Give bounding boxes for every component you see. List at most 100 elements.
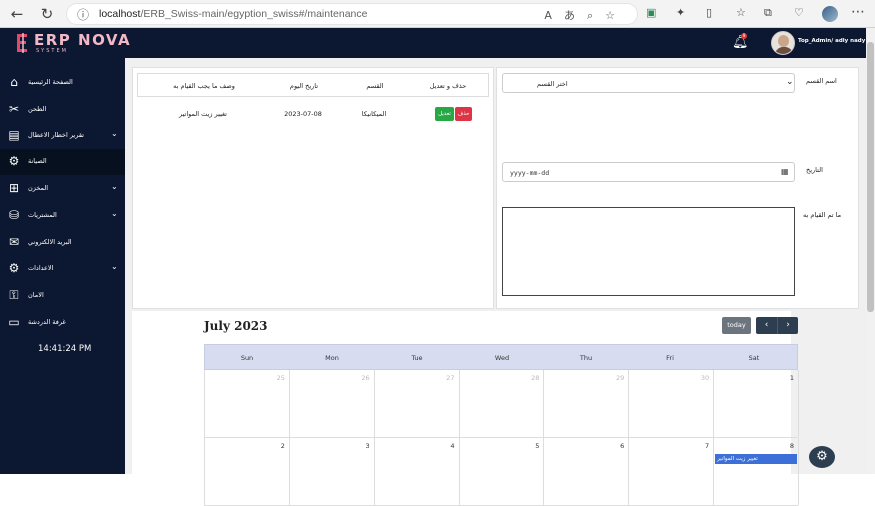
calendar-day[interactable]: 7	[629, 438, 715, 505]
purchases-icon: ⛁	[8, 208, 20, 222]
maintenance-table-card: حذف و تعديل القسم تاريخ اليوم وصف ما يجب…	[132, 67, 494, 309]
day-of-week: Fri	[666, 354, 674, 362]
cell-date: 2023-07-08	[284, 110, 322, 118]
settings-fab-icon[interactable]: ⚙	[809, 446, 835, 468]
calendar-day[interactable]: 5	[460, 438, 545, 505]
sidebar-item-settings[interactable]: ⚙ الاعدادات ⌄	[0, 256, 125, 282]
user-name: Top_Admin/ adly nady	[798, 38, 866, 44]
more-icon[interactable]: ⋯	[851, 4, 865, 20]
chat-icon: ▭	[8, 315, 20, 329]
sidebar-item-label: المشتريات	[28, 211, 57, 219]
info-icon[interactable]: ⓘ	[77, 6, 89, 23]
day-of-week: Thu	[579, 354, 593, 362]
day-of-week: Tue	[411, 354, 423, 362]
sidebar-item-label: المخزن	[28, 184, 49, 192]
avatar[interactable]	[771, 31, 795, 55]
date-field[interactable]: yyyy-mm-dd ▦	[502, 162, 795, 182]
sidebar-item-fault-report[interactable]: ▤ تقرير اخطار الاعطال ⌄	[0, 123, 125, 149]
calendar-event[interactable]: تغيير زيت المواتير	[715, 454, 797, 464]
sidebar-item-warehouse[interactable]: ⊞ المخزن ⌄	[0, 176, 125, 202]
calendar-week: 2 3 4 5 6 7 8 تغيير زيت المواتير	[204, 438, 799, 506]
day-number: 5	[535, 442, 540, 450]
collections-icon[interactable]: ⧉	[764, 6, 772, 20]
chevron-left-icon[interactable]: ‹	[756, 317, 777, 334]
day-of-week: Mon	[325, 354, 339, 362]
chevron-down-icon: ⌄	[111, 182, 118, 191]
address-bar-icons: Aあ⌕☆	[544, 7, 627, 23]
url-text[interactable]: localhost/ERB_Swiss-main/egyption_swiss#…	[99, 8, 367, 20]
extension-icon[interactable]: ▣	[646, 6, 656, 19]
read-aloud-icon[interactable]: A	[544, 9, 564, 22]
app-header: ERP NOVA SYSTEM 🔔︎ 9 Top_Admin/ adly nad…	[0, 28, 872, 58]
calendar-icon[interactable]: ▦	[781, 167, 789, 176]
column-header-actions: حذف و تعديل	[429, 82, 467, 90]
zoom-icon[interactable]: ⌕	[587, 9, 605, 22]
home-icon: ⌂	[10, 75, 18, 89]
sidebar-item-label: الصفحة الرئيسية	[28, 78, 73, 86]
chevron-right-icon[interactable]: ›	[777, 317, 798, 334]
sidebar-item-purchases[interactable]: ⛁ المشتريات ⌄	[0, 203, 125, 229]
sidebar-item-grinding[interactable]: ✂ الطحن	[0, 97, 125, 123]
refresh-icon[interactable]: ↻	[36, 4, 58, 24]
favorites-icon[interactable]: ☆	[736, 6, 746, 19]
boxes-icon: ⊞	[8, 181, 20, 195]
calendar-day[interactable]: 6	[544, 438, 630, 505]
calendar-day[interactable]: 30	[629, 370, 715, 437]
calendar-day[interactable]: 1	[714, 370, 799, 437]
calendar-day[interactable]: 8 تغيير زيت المواتير	[714, 438, 799, 505]
calendar-day[interactable]: 4	[375, 438, 460, 505]
chevron-down-icon: ⌄	[786, 77, 794, 87]
edit-button[interactable]: تعديل	[435, 107, 454, 121]
day-number: 4	[450, 442, 455, 450]
sidebar-item-maintenance[interactable]: ⚙ الصيانة	[0, 149, 125, 175]
calendar-day[interactable]: 27	[375, 370, 460, 437]
address-bar[interactable]: ⓘ localhost/ERB_Swiss-main/egyption_swis…	[66, 3, 638, 25]
calendar-day[interactable]: 2	[205, 438, 290, 505]
puzzle-icon[interactable]: ✦	[676, 6, 685, 19]
sidebar-item-security[interactable]: ⚿ الامان	[0, 283, 125, 309]
maintenance-form-card: اختر القسم ⌄ اسم القسم yyyy-mm-dd ▦ التا…	[496, 67, 859, 309]
calendar-day[interactable]: 26	[290, 370, 375, 437]
calendar-day[interactable]: 29	[544, 370, 630, 437]
gear-icon: ⚙	[8, 154, 20, 168]
calendar-week: 25 26 27 28 29 30 1	[204, 370, 799, 438]
split-icon[interactable]: ▯	[706, 6, 712, 19]
day-number: 1	[789, 374, 794, 382]
table-header: حذف و تعديل القسم تاريخ اليوم وصف ما يجب…	[137, 73, 489, 97]
performance-icon[interactable]: ♡	[794, 6, 804, 19]
back-icon[interactable]: ←	[6, 4, 28, 24]
today-button[interactable]: today	[722, 317, 751, 334]
calendar-day[interactable]: 25	[205, 370, 290, 437]
user-menu[interactable]: Top_Admin/ adly nady ⌄	[798, 38, 872, 44]
day-of-week: Wed	[494, 354, 510, 362]
page-scrollbar[interactable]	[866, 28, 875, 474]
translate-icon[interactable]: あ	[564, 9, 587, 22]
day-number: 6	[620, 442, 625, 450]
sidebar-item-label: الصيانة	[28, 157, 47, 165]
sidebar: ⌂ الصفحة الرئيسية ✂ الطحن ▤ تقرير اخطار …	[0, 58, 125, 474]
cell-department: الميكانيكا	[361, 110, 387, 118]
sidebar-item-label: الطحن	[28, 105, 47, 113]
report-icon: ▤	[8, 128, 20, 142]
column-header-description: وصف ما يجب القيام به	[173, 82, 235, 90]
chevron-down-icon: ⌄	[111, 129, 118, 138]
main-content: حذف و تعديل القسم تاريخ اليوم وصف ما يجب…	[125, 58, 866, 506]
delete-button[interactable]: حذف	[455, 107, 472, 121]
calendar-day[interactable]: 3	[290, 438, 375, 505]
browser-profile-icon[interactable]	[822, 6, 838, 22]
day-number: 27	[446, 374, 455, 382]
calendar-day[interactable]: 28	[460, 370, 545, 437]
date-label: التاريخ	[806, 166, 823, 174]
scroll-thumb[interactable]	[867, 42, 874, 312]
work-done-textarea[interactable]	[502, 207, 795, 296]
sidebar-item-label: غرفة الدردشة	[28, 318, 66, 326]
department-select[interactable]: اختر القسم ⌄	[502, 73, 795, 93]
sidebar-item-chat[interactable]: ▭ غرفة الدردشة	[0, 310, 125, 336]
chevron-down-icon: ⌄	[111, 262, 118, 271]
work-done-label: ما تم القيام به	[803, 211, 842, 219]
day-number: 25	[276, 374, 285, 382]
browser-toolbar: ← ↻ ⓘ localhost/ERB_Swiss-main/egyption_…	[0, 0, 875, 28]
favorite-icon[interactable]: ☆	[605, 9, 627, 22]
sidebar-item-email[interactable]: ✉ البريد الالكتروني	[0, 230, 125, 256]
sidebar-item-home[interactable]: ⌂ الصفحة الرئيسية	[0, 70, 125, 96]
